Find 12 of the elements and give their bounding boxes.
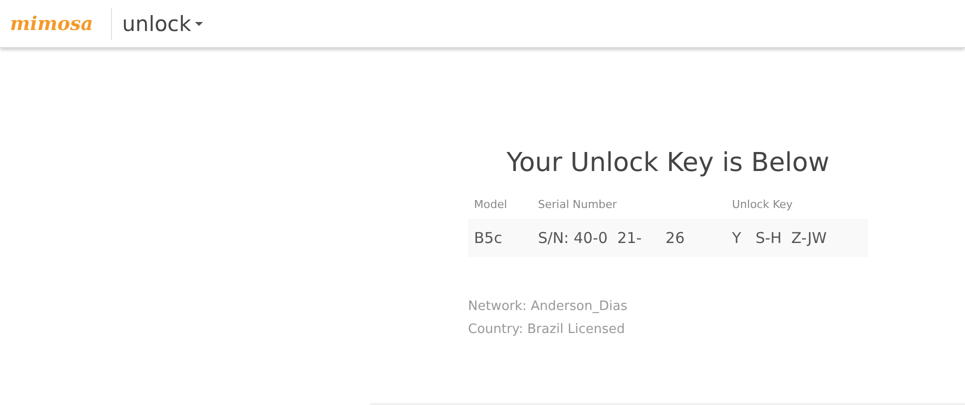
logo: mimosa	[10, 12, 94, 34]
caret-icon	[195, 22, 204, 26]
column-header: Model	[468, 194, 532, 219]
column-header: Serial Number	[532, 194, 726, 219]
column-header: Unlock Key	[726, 194, 868, 219]
info-text: Country: Brazil Licensed	[468, 321, 626, 339]
page-title: Your Unlock Key is Below	[506, 148, 830, 178]
info-text: Network: Anderson_Dias	[468, 298, 628, 316]
table-cell: S/N: 40-0 21- 26	[532, 219, 726, 257]
table-cell: B5c	[468, 219, 532, 257]
table-cell: Y S-H Z-JW	[726, 219, 868, 257]
unlock-menu[interactable]: unlock	[122, 12, 204, 36]
